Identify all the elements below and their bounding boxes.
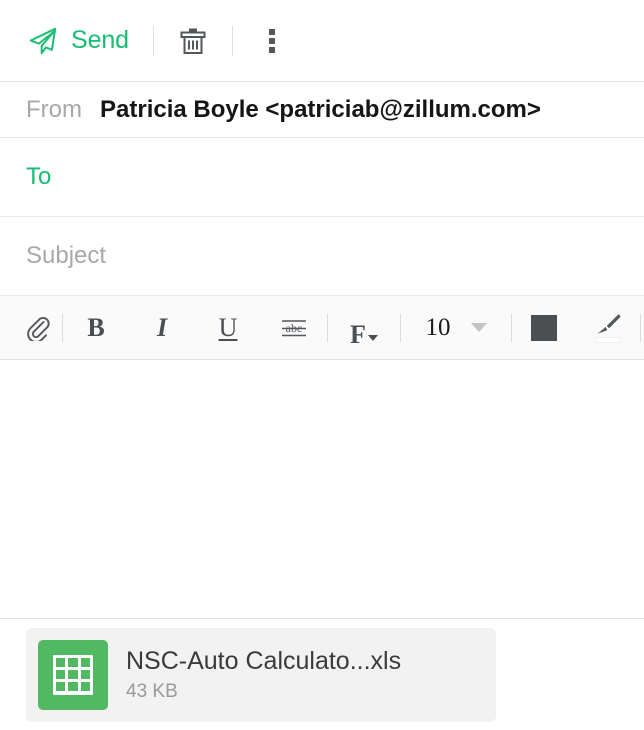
font-size-chevron-down-icon [470,323,487,332]
send-button[interactable]: Send [26,22,131,60]
strikethrough-icon: abc [280,316,308,340]
trash-icon [180,27,206,55]
from-label: From [26,95,82,123]
kebab-menu-icon [261,27,283,55]
strikethrough-button[interactable]: abc [261,308,327,348]
delete-draft-button[interactable] [176,24,210,58]
bold-button[interactable]: B [63,308,129,348]
attachment-meta: NSC-Auto Calculato...xls 43 KB [126,647,402,702]
highlight-color-button[interactable] [576,308,640,348]
send-label: Send [71,26,129,54]
brush-icon [595,313,621,343]
font-size-value: 10 [425,314,451,341]
attachment-area: NSC-Auto Calculato...xls 43 KB [0,619,644,730]
font-size-selector[interactable]: 10 [401,308,511,348]
underline-button[interactable]: U [195,308,261,348]
grid-glyph [53,654,93,695]
attachment-item[interactable]: NSC-Auto Calculato...xls 43 KB [26,627,496,722]
format-divider-5 [640,313,641,342]
font-family-label: F [350,319,366,349]
font-family-button[interactable]: F [328,308,400,348]
spreadsheet-file-icon [38,639,108,710]
chevron-down-icon [367,334,378,341]
more-options-button[interactable] [255,24,289,58]
compose-action-bar: Send [0,0,644,82]
italic-button[interactable]: I [129,308,195,348]
compose-mail-window: Send From Patricia Boyle <patriciab@zill… [0,0,644,730]
subject-field-row[interactable]: Subject [0,217,644,296]
toolbar-divider-1 [153,25,154,56]
attach-file-button[interactable] [14,308,62,348]
to-field-row[interactable]: To [0,138,644,217]
text-color-button[interactable] [512,308,576,348]
highlight-swatch [595,336,621,343]
color-swatch-icon [531,314,557,341]
send-paper-plane-icon [28,26,58,56]
to-label: To [26,163,52,190]
from-value: Patricia Boyle <patriciab@zillum.com> [100,95,541,123]
message-body-editor[interactable] [0,360,644,619]
attachment-size: 43 KB [126,680,178,702]
attachment-name: NSC-Auto Calculato...xls [126,647,402,676]
formatting-toolbar: B I U abc F 10 [0,296,644,360]
from-field-row[interactable]: From Patricia Boyle <patriciab@zillum.co… [0,82,644,138]
subject-label: Subject [26,242,107,269]
paperclip-icon [25,315,51,341]
toolbar-divider-2 [232,25,233,56]
